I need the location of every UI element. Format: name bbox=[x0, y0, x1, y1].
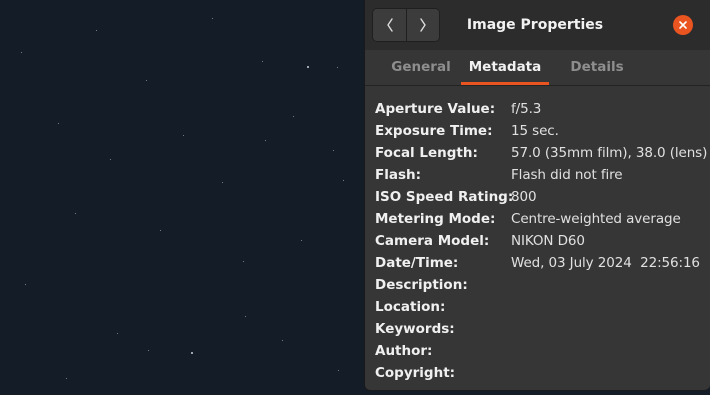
metadata-key: Keywords: bbox=[375, 321, 455, 337]
metadata-key: Aperture Value: bbox=[375, 101, 496, 117]
star bbox=[245, 316, 246, 317]
tab-bar: General Metadata Details bbox=[365, 50, 710, 86]
star bbox=[183, 135, 184, 136]
next-image-button[interactable] bbox=[406, 9, 439, 41]
metadata-key: Metering Mode: bbox=[375, 211, 496, 227]
close-icon bbox=[679, 21, 687, 29]
metadata-key: Camera Model: bbox=[375, 233, 490, 249]
metadata-row-description: Description: bbox=[375, 274, 705, 296]
star bbox=[75, 213, 76, 214]
metadata-key: Flash: bbox=[375, 167, 422, 183]
metadata-row-focal-length: Focal Length: 57.0 (35mm film), 38.0 (le… bbox=[375, 142, 708, 164]
star bbox=[265, 140, 266, 141]
star bbox=[191, 352, 193, 354]
star bbox=[148, 350, 149, 351]
metadata-value: 800 bbox=[511, 189, 537, 205]
metadata-value: 57.0 (35mm film), 38.0 (lens) bbox=[511, 145, 708, 161]
metadata-list: Aperture Value: f/5.3 Exposure Time: 15 … bbox=[375, 98, 708, 384]
star bbox=[21, 52, 22, 53]
previous-image-button[interactable] bbox=[373, 9, 406, 41]
metadata-row-copyright: Copyright: bbox=[375, 362, 705, 384]
star bbox=[212, 18, 213, 19]
tab-metadata[interactable]: Metadata bbox=[461, 50, 549, 85]
metadata-key: Focal Length: bbox=[375, 145, 478, 161]
metadata-row-exposure: Exposure Time: 15 sec. bbox=[375, 120, 705, 142]
star bbox=[243, 261, 244, 262]
image-properties-dialog: Image Properties General Metadata Detail… bbox=[364, 0, 710, 391]
metadata-key: Author: bbox=[375, 343, 433, 359]
star bbox=[333, 150, 334, 151]
metadata-row-author: Author: bbox=[375, 340, 705, 362]
star bbox=[262, 61, 263, 62]
metadata-value: Flash did not fire bbox=[511, 167, 623, 183]
star bbox=[307, 66, 309, 68]
star bbox=[160, 230, 161, 231]
star bbox=[282, 340, 283, 341]
metadata-row-camera-model: Camera Model: NIKON D60 bbox=[375, 230, 705, 252]
star bbox=[337, 67, 338, 68]
star bbox=[96, 30, 97, 31]
star bbox=[301, 240, 302, 241]
metadata-row-aperture: Aperture Value: f/5.3 bbox=[375, 98, 705, 120]
star bbox=[343, 180, 344, 181]
star bbox=[25, 284, 26, 285]
navigation-button-group bbox=[372, 8, 440, 42]
metadata-key: Copyright: bbox=[375, 365, 456, 381]
metadata-row-flash: Flash: Flash did not fire bbox=[375, 164, 705, 186]
metadata-value: f/5.3 bbox=[511, 101, 542, 117]
metadata-key: Exposure Time: bbox=[375, 123, 493, 139]
star bbox=[58, 123, 59, 124]
metadata-key: ISO Speed Rating: bbox=[375, 189, 514, 205]
metadata-row-keywords: Keywords: bbox=[375, 318, 705, 340]
dialog-title: Image Properties bbox=[466, 17, 604, 33]
metadata-key: Location: bbox=[375, 299, 446, 315]
metadata-value: NIKON D60 bbox=[511, 233, 585, 249]
header-bar: Image Properties bbox=[365, 0, 710, 50]
metadata-row-iso: ISO Speed Rating: 800 bbox=[375, 186, 705, 208]
star bbox=[66, 378, 67, 379]
metadata-row-datetime: Date/Time: Wed, 03 July 2024 22:56:16 bbox=[375, 252, 705, 274]
metadata-value: Wed, 03 July 2024 22:56:16 bbox=[511, 255, 700, 271]
star bbox=[117, 333, 118, 334]
metadata-key: Description: bbox=[375, 277, 468, 293]
metadata-row-location: Location: bbox=[375, 296, 705, 318]
star bbox=[222, 182, 223, 183]
chevron-right-icon bbox=[420, 18, 426, 32]
star bbox=[293, 116, 294, 117]
metadata-value: 15 sec. bbox=[511, 123, 559, 139]
metadata-key: Date/Time: bbox=[375, 255, 459, 271]
close-button[interactable] bbox=[673, 15, 693, 35]
star bbox=[338, 370, 339, 371]
tab-general[interactable]: General bbox=[377, 50, 465, 85]
metadata-value: Centre-weighted average bbox=[511, 211, 681, 227]
chevron-left-icon bbox=[386, 18, 393, 32]
tab-details[interactable]: Details bbox=[553, 50, 641, 85]
metadata-row-metering: Metering Mode: Centre-weighted average bbox=[375, 208, 705, 230]
star bbox=[146, 80, 147, 81]
star bbox=[110, 159, 111, 160]
